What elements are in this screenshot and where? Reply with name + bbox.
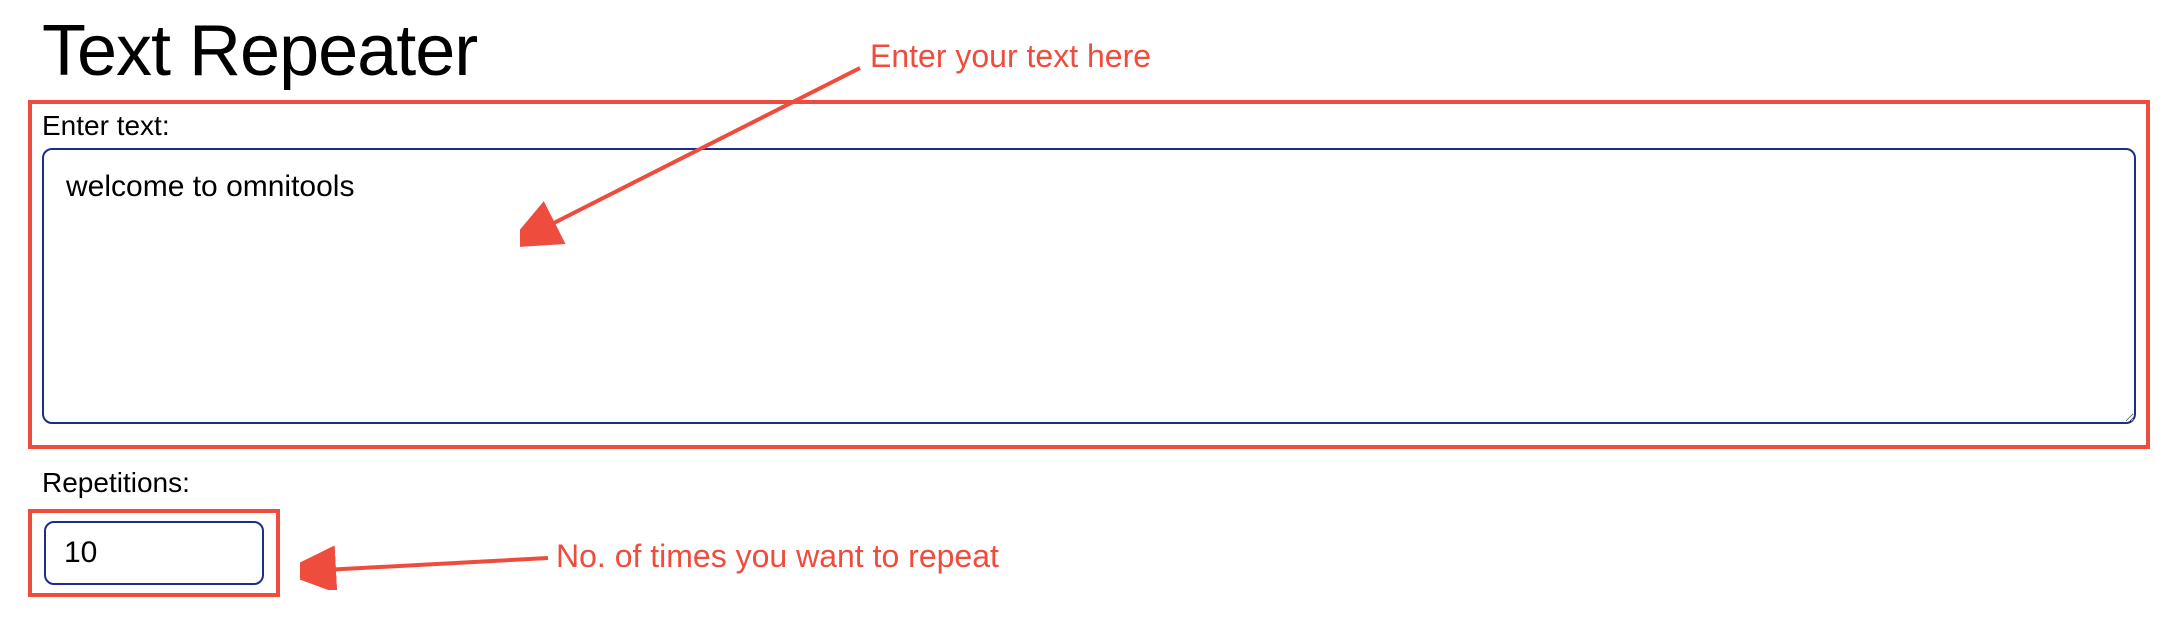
text-input-label: Enter text: [42,110,2136,142]
annotation-reps-hint: No. of times you want to repeat [556,538,999,575]
repetitions-label: Repetitions: [42,467,2180,499]
annotation-text-hint: Enter your text here [870,38,1151,75]
text-input[interactable] [42,148,2136,424]
text-input-highlight-box: Enter text: [28,100,2150,449]
repetitions-input[interactable] [44,521,264,585]
repetitions-highlight-box [28,509,280,597]
arrow-icon [300,540,560,590]
